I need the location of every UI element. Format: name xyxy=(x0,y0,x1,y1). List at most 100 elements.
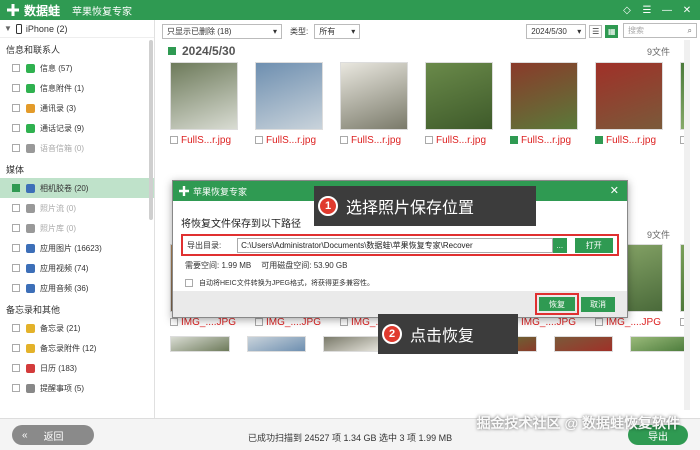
heic-checkbox[interactable] xyxy=(185,279,193,287)
required-space: 需要空间: 1.99 MB xyxy=(185,261,252,270)
category-icon xyxy=(26,263,35,273)
photo-thumbnail[interactable] xyxy=(170,62,238,130)
sidebar-item-checkbox[interactable] xyxy=(12,224,20,232)
photo-tile[interactable]: FullS...r.jpg xyxy=(595,62,663,150)
photo-filename-row: FullS...r.jpg xyxy=(510,130,578,150)
sidebar-item[interactable]: 提醒事项 (5) xyxy=(0,378,154,398)
category-icon xyxy=(26,123,35,133)
sidebar-item[interactable]: 相机胶卷 (20) xyxy=(0,178,154,198)
category-icon xyxy=(26,343,35,353)
close-icon[interactable]: ✕ xyxy=(680,3,694,17)
photo-checkbox[interactable] xyxy=(340,136,348,144)
photo-checkbox[interactable] xyxy=(595,136,603,144)
photo-checkbox[interactable] xyxy=(255,318,263,326)
dialog-close-icon[interactable]: ✕ xyxy=(610,184,619,197)
sidebar-item-checkbox[interactable] xyxy=(12,264,20,272)
grid-view-button[interactable]: ▦ xyxy=(605,24,619,38)
photo-filename: IMG_....JPG xyxy=(181,316,237,328)
sidebar-item-checkbox[interactable] xyxy=(12,124,20,132)
sidebar-item[interactable]: 日历 (183) xyxy=(0,358,154,378)
date-group-header: 2024/5/30 9文件 xyxy=(162,40,690,62)
category-icon xyxy=(26,243,35,253)
photo-checkbox[interactable] xyxy=(425,136,433,144)
photo-thumbnail[interactable] xyxy=(595,62,663,130)
sidebar-item-checkbox[interactable] xyxy=(12,144,20,152)
photo-thumbnail[interactable] xyxy=(510,62,578,130)
recover-button[interactable]: 恢复 xyxy=(539,297,575,311)
sidebar-item-label: 日历 (183) xyxy=(40,363,77,373)
sidebar-item[interactable]: 应用音频 (36) xyxy=(0,278,154,298)
photo-tile[interactable]: FullS...r.jpg xyxy=(255,62,323,150)
photo-tile[interactable]: FullS...r.jpg xyxy=(425,62,493,150)
sidebar-item-checkbox[interactable] xyxy=(12,384,20,392)
list-view-button[interactable]: ☰ xyxy=(589,24,603,38)
photo-thumbnail[interactable] xyxy=(246,336,307,352)
cancel-button[interactable]: 取消 xyxy=(581,297,615,312)
sidebar-item-checkbox[interactable] xyxy=(12,104,20,112)
date-group-checkbox[interactable] xyxy=(168,47,176,55)
type-select[interactable]: 所有 ▾ xyxy=(314,23,361,39)
menu-icon[interactable]: ☰ xyxy=(640,3,654,17)
path-input[interactable]: C:\Users\Administrator\Documents\数据蛙\苹果恢… xyxy=(237,237,554,253)
photo-tile[interactable]: FullS...r.jpg xyxy=(510,62,578,150)
photo-thumbnail[interactable] xyxy=(340,62,408,130)
device-selector[interactable]: ▼ iPhone (2) xyxy=(0,20,154,38)
photo-checkbox[interactable] xyxy=(510,136,518,144)
photo-thumbnail[interactable] xyxy=(323,336,384,352)
photo-thumbnail[interactable] xyxy=(553,336,614,352)
sidebar-item[interactable]: 应用图片 (16623) xyxy=(0,238,154,258)
sidebar-item-checkbox[interactable] xyxy=(12,204,20,212)
file-count: 9文件 xyxy=(646,46,670,57)
photo-thumbnail[interactable] xyxy=(170,336,230,352)
sidebar-item-checkbox[interactable] xyxy=(12,64,20,72)
photo-thumbnail[interactable] xyxy=(630,336,690,352)
sidebar-item-label: 提醒事项 (5) xyxy=(40,383,84,393)
sidebar-scrollbar[interactable] xyxy=(149,40,153,220)
sidebar-item[interactable]: 语音信箱 (0) xyxy=(0,138,154,158)
diamond-icon[interactable]: ◇ xyxy=(620,3,634,17)
photo-checkbox[interactable] xyxy=(170,318,178,326)
sidebar-item-checkbox[interactable] xyxy=(12,364,20,372)
date-select[interactable]: 2024/5/30 ▾ xyxy=(526,23,587,39)
sidebar: ▼ iPhone (2) 信息和联系人 信息 (57) 信息附件 (1) 通讯录 (3… xyxy=(0,20,155,418)
search-input[interactable]: 搜索 ⌕ xyxy=(623,23,697,38)
open-folder-button[interactable]: 打开 xyxy=(574,237,614,253)
sidebar-item[interactable]: 照片流 (0) xyxy=(0,198,154,218)
photo-filename-row: FullS...r.jpg xyxy=(255,130,323,150)
sidebar-item-label: 备忘录附件 (12) xyxy=(40,343,97,353)
sidebar-item[interactable]: 备忘录附件 (12) xyxy=(0,338,154,358)
sidebar-item-checkbox[interactable] xyxy=(12,284,20,292)
sidebar-item[interactable]: 信息 (57) xyxy=(0,58,154,78)
photo-checkbox[interactable] xyxy=(170,136,178,144)
photo-checkbox[interactable] xyxy=(595,318,603,326)
sidebar-item-checkbox[interactable] xyxy=(12,184,20,192)
sidebar-item[interactable]: 信息附件 (1) xyxy=(0,78,154,98)
photo-checkbox[interactable] xyxy=(255,136,263,144)
minimize-icon[interactable]: — xyxy=(660,3,674,17)
sidebar-item[interactable]: 通话记录 (9) xyxy=(0,118,154,138)
category-icon xyxy=(26,363,35,373)
photo-thumbnail[interactable] xyxy=(255,62,323,130)
sidebar-item[interactable]: 应用视频 (74) xyxy=(0,258,154,278)
watermark: 掘金技术社区 @ 数据蛙恢复软件 xyxy=(476,415,680,431)
browse-button[interactable]: ... xyxy=(553,237,567,253)
sidebar-item-label: 应用图片 (16623) xyxy=(40,243,102,253)
photo-checkbox[interactable] xyxy=(340,318,348,326)
photo-tile[interactable]: FullS...r.jpg xyxy=(340,62,408,150)
sidebar-group-title: 媒体 xyxy=(6,165,25,175)
sidebar-item-label: 通话记录 (9) xyxy=(40,123,84,133)
phone-icon xyxy=(15,23,22,34)
sidebar-item[interactable]: 通讯录 (3) xyxy=(0,98,154,118)
sidebar-item-checkbox[interactable] xyxy=(12,244,20,252)
content-scrollbar[interactable] xyxy=(684,40,690,410)
sidebar-item[interactable]: 备忘录 (21) xyxy=(0,318,154,338)
toolbar: 只显示已删除 (18) ▾ 类型: 所有 ▾ 2024/5/30 ▾ ☰ ▦ 搜… xyxy=(162,22,697,40)
photo-tile[interactable]: FullS...r.jpg xyxy=(170,62,238,150)
sidebar-item-checkbox[interactable] xyxy=(12,84,20,92)
sidebar-item[interactable]: 照片库 (0) xyxy=(0,218,154,238)
filter-select[interactable]: 只显示已删除 (18) ▾ xyxy=(162,23,282,39)
sidebar-item-checkbox[interactable] xyxy=(12,344,20,352)
sidebar-item-checkbox[interactable] xyxy=(12,324,20,332)
back-button[interactable]: « 返回 xyxy=(12,425,94,445)
photo-thumbnail[interactable] xyxy=(425,62,493,130)
